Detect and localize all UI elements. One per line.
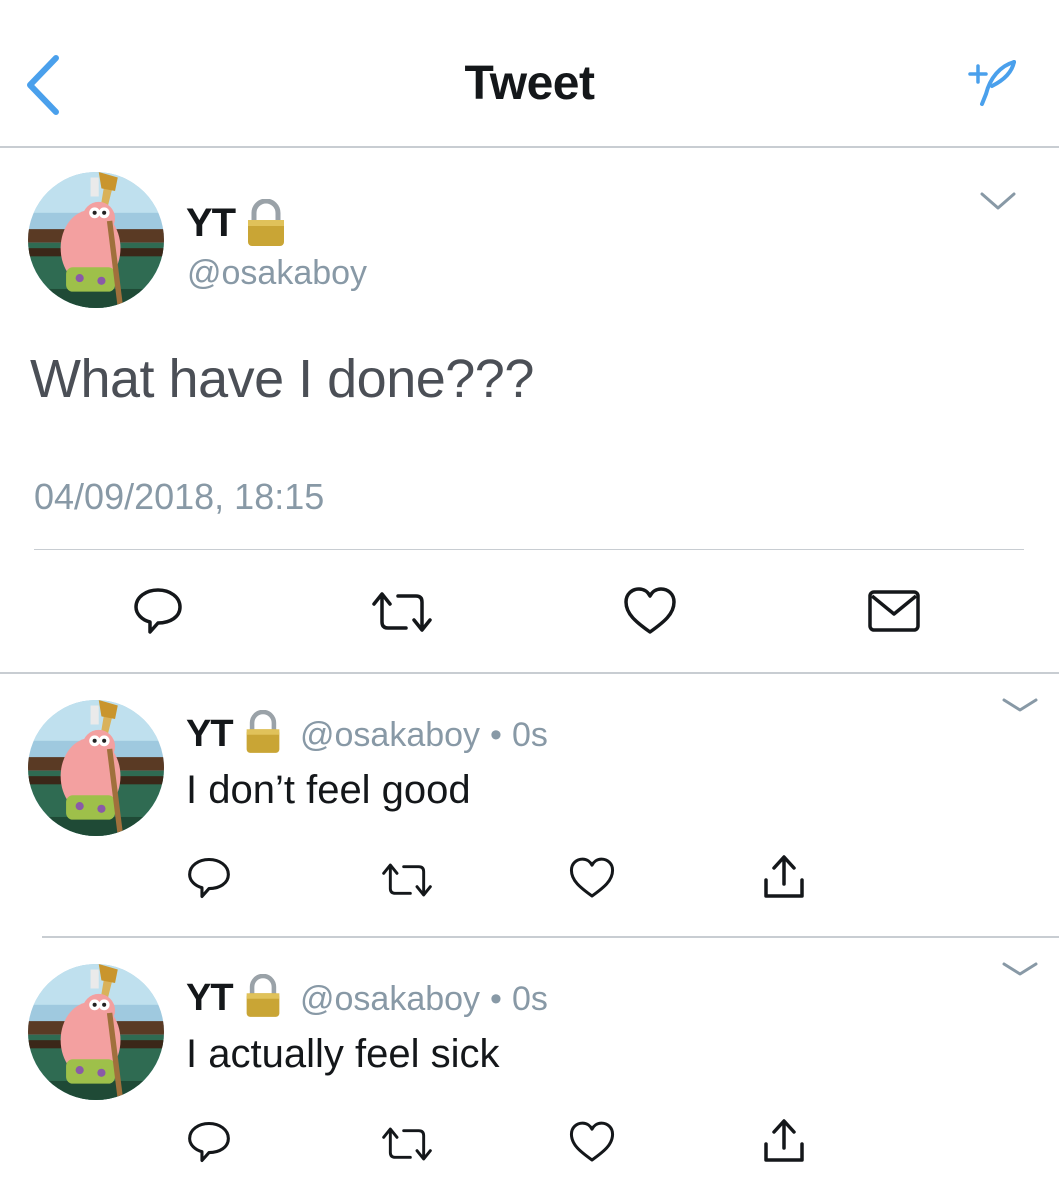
tweet-options-button[interactable] [976,186,1020,216]
chevron-down-icon [1002,698,1038,712]
lock-icon [243,710,283,754]
reply-button[interactable] [186,856,232,900]
avatar[interactable] [28,964,164,1100]
lock-icon [243,974,283,1018]
reply-tweet[interactable]: YT @osakaboy • 0s I actually feel sick [0,962,1059,1200]
share-button[interactable] [760,1116,808,1166]
share-button[interactable] [760,852,808,902]
share-icon [764,855,804,898]
reply-button[interactable] [132,586,184,636]
compose-tweet-icon [968,60,1016,106]
tweet-text: What have I done??? [30,349,534,409]
chevron-left-icon [27,55,59,115]
like-icon [569,857,615,898]
share-icon [764,1119,804,1162]
retweet-button[interactable] [368,588,436,636]
page-title: Tweet [464,57,595,110]
tweet-options-button[interactable] [1000,958,1040,982]
retweet-button[interactable] [378,1124,436,1164]
chevron-down-icon [1002,962,1038,976]
tweet-options-button[interactable] [1000,694,1040,718]
avatar[interactable] [28,700,164,836]
like-icon [624,587,676,634]
meta-separator: • [490,716,502,754]
reply-icon [188,1121,230,1163]
reply-tweet[interactable]: YT @osakaboy • 0s I don’t feel good [0,698,1059,936]
tweet-age: 0s [512,716,548,754]
tweet-text: I don’t feel good [186,768,471,812]
main-tweet-divider [0,672,1059,674]
avatar-image [28,964,164,1100]
avatar-image [28,700,164,836]
message-icon [868,590,920,632]
like-button[interactable] [568,1120,616,1164]
reply-icon [188,857,230,899]
username[interactable]: @osakaboy [300,976,480,1022]
tweet-timestamp: 04/09/2018, 18:15 [34,476,325,517]
like-button[interactable] [622,586,678,636]
avatar[interactable] [28,172,164,308]
tweet-text: I actually feel sick [186,1032,500,1076]
display-name[interactable]: YT [186,710,234,758]
retweet-button[interactable] [378,860,436,900]
retweet-icon [382,863,432,897]
reply-icon [134,588,182,634]
retweet-icon [372,592,432,632]
compose-tweet-button[interactable] [962,58,1020,108]
lock-icon [244,199,288,247]
timestamp-divider [34,549,1024,550]
like-icon [569,1121,615,1162]
avatar-image [28,172,164,308]
tweet-age: 0s [512,980,548,1018]
direct-message-button[interactable] [866,588,922,634]
chevron-down-icon [980,192,1016,210]
username[interactable]: @osakaboy [300,712,480,758]
meta-separator: • [490,980,502,1018]
display-name[interactable]: YT [186,974,234,1022]
username[interactable]: @osakaboy [187,250,367,296]
nav-divider [0,146,1059,148]
back-button[interactable] [20,52,68,118]
retweet-icon [382,1127,432,1161]
reply-divider [42,936,1059,938]
reply-button[interactable] [186,1120,232,1164]
like-button[interactable] [568,856,616,900]
display-name[interactable]: YT [186,198,236,248]
